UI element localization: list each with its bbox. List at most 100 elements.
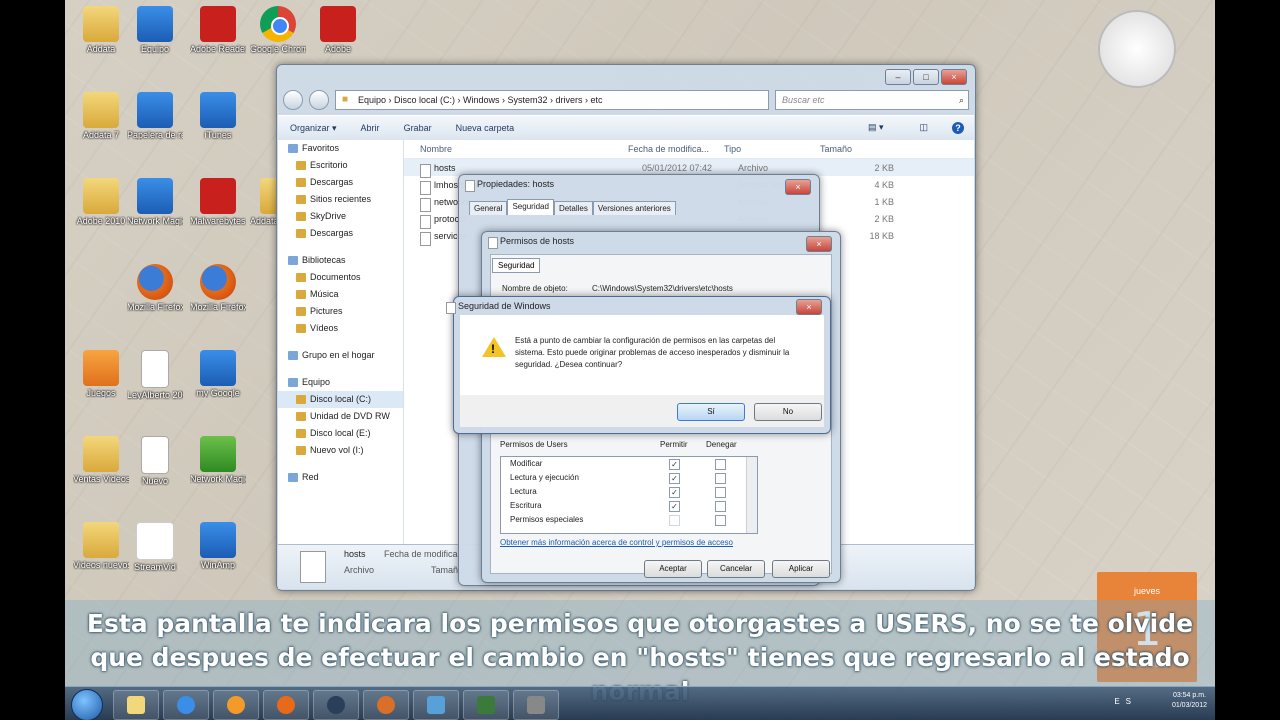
desktop-icon[interactable]: Mozilla Firefox xyxy=(190,264,246,312)
column-size[interactable]: Tamaño xyxy=(820,144,880,154)
desktop-icon[interactable]: my Google xyxy=(190,350,246,398)
allow-checkbox[interactable]: ✓ xyxy=(669,473,680,484)
permissions-title: Permisos de hosts xyxy=(487,236,575,249)
forward-button[interactable] xyxy=(309,90,329,110)
nav-item[interactable]: Disco local (C:) xyxy=(278,391,403,408)
new-folder-button[interactable]: Nueva carpeta xyxy=(444,123,527,133)
deny-checkbox[interactable] xyxy=(715,501,726,512)
taskbar-app-3[interactable] xyxy=(463,690,509,720)
start-button[interactable] xyxy=(71,689,103,720)
back-button[interactable] xyxy=(283,90,303,110)
close-button[interactable]: × xyxy=(806,236,832,252)
nav-item[interactable]: Escritorio xyxy=(278,157,403,174)
desktop-icon[interactable]: WinAmp xyxy=(190,522,246,570)
taskbar-ie[interactable] xyxy=(163,690,209,720)
desktop-icon[interactable]: Adobe 2010 xyxy=(73,178,129,226)
nav-item[interactable]: Disco local (E:) xyxy=(278,425,403,442)
taskbar-app-2[interactable] xyxy=(413,690,459,720)
no-button[interactable]: No xyxy=(754,403,822,421)
taskbar-app[interactable] xyxy=(363,690,409,720)
column-name[interactable]: Nombre xyxy=(404,144,628,154)
nav-item[interactable]: Vídeos xyxy=(278,320,403,337)
organize-button[interactable]: Organizar ▾ xyxy=(278,123,349,134)
nav-item[interactable]: Descargas xyxy=(278,174,403,191)
tray-lang[interactable]: ES xyxy=(1114,697,1137,706)
deny-checkbox[interactable] xyxy=(715,487,726,498)
taskbar-app-4[interactable] xyxy=(513,690,559,720)
desktop-icon[interactable]: LeyAlberto 2009 xyxy=(127,350,183,400)
nav-item[interactable]: Música xyxy=(278,286,403,303)
nav-item[interactable]: Documentos xyxy=(278,269,403,286)
nav-item[interactable]: Favoritos xyxy=(278,140,403,157)
desktop-icon[interactable]: Equipo xyxy=(127,6,183,54)
tray-date: 01/03/2012 xyxy=(1171,702,1207,709)
desktop-icon[interactable]: Videos nuevos xyxy=(73,522,129,570)
nav-item[interactable]: Descargas xyxy=(278,225,403,242)
allow-checkbox[interactable]: ✓ xyxy=(669,459,680,470)
properties-tab[interactable]: Detalles xyxy=(553,201,593,215)
taskbar-media-player[interactable] xyxy=(213,690,259,720)
desktop-icon[interactable]: Ventas Videos xyxy=(73,436,129,484)
desktop-icon[interactable]: Network Magic xyxy=(127,178,183,226)
desktop-icon[interactable]: iTunes xyxy=(190,92,246,140)
allow-checkbox[interactable]: ✓ xyxy=(669,501,680,512)
cancel-button[interactable]: Cancelar xyxy=(707,560,765,578)
ok-button[interactable]: Aceptar xyxy=(644,560,702,578)
nav-item[interactable]: Unidad de DVD RW xyxy=(278,408,403,425)
tab-security[interactable]: Seguridad xyxy=(492,258,541,273)
desktop-icon[interactable]: Addata xyxy=(73,6,129,54)
nav-item[interactable]: Pictures xyxy=(278,303,403,320)
tray-clock[interactable]: 03:54 p.m. 01/03/2012 xyxy=(1172,691,1207,711)
desktop-icon[interactable]: Adobe Reader X xyxy=(190,6,246,54)
allow-checkbox[interactable]: ✓ xyxy=(669,487,680,498)
allow-checkbox[interactable] xyxy=(669,515,680,526)
help-icon[interactable]: ? xyxy=(952,122,964,134)
close-button[interactable]: × xyxy=(796,299,822,315)
desktop-icon[interactable]: Malwarebytes Anti-Malware xyxy=(190,178,246,226)
properties-tab[interactable]: General xyxy=(469,201,508,215)
nav-item[interactable]: Red xyxy=(278,469,403,486)
nav-item[interactable]: Bibliotecas xyxy=(278,252,403,269)
open-button[interactable]: Abrir xyxy=(349,123,392,133)
properties-tab[interactable]: Seguridad xyxy=(507,199,554,215)
desktop-icon[interactable]: Google Chrome xyxy=(250,6,306,54)
column-modified[interactable]: Fecha de modifica... xyxy=(628,144,724,154)
search-input[interactable]: Buscar etc ⌕ xyxy=(775,90,969,110)
nav-item[interactable]: Sitios recientes xyxy=(278,191,403,208)
column-type[interactable]: Tipo xyxy=(724,144,820,154)
deny-checkbox[interactable] xyxy=(715,515,726,526)
nav-item[interactable]: Nuevo vol (I:) xyxy=(278,442,403,459)
deny-checkbox[interactable] xyxy=(715,459,726,470)
yes-button[interactable]: Sí xyxy=(677,403,745,421)
view-icon[interactable]: ▤ ▾ xyxy=(856,122,896,134)
deny-column-label: Denegar xyxy=(706,440,737,449)
taskbar-firefox[interactable] xyxy=(263,690,309,720)
desktop-icon[interactable]: Papelera de reciclaje xyxy=(127,92,183,140)
desktop-icon[interactable]: Adobe xyxy=(310,6,366,54)
deny-checkbox[interactable] xyxy=(715,473,726,484)
desktop-icon[interactable]: Addata 7 xyxy=(73,92,129,140)
apply-button[interactable]: Aplicar xyxy=(772,560,830,578)
access-control-help-link[interactable]: Obtener más información acerca de contro… xyxy=(500,538,733,547)
command-bar: Organizar ▾ Abrir Grabar Nueva carpeta ▤… xyxy=(278,115,974,141)
desktop-icon[interactable]: Nuevo xyxy=(127,436,183,486)
properties-tab[interactable]: Versiones anteriores xyxy=(592,201,676,215)
nav-item[interactable]: Grupo en el hogar xyxy=(278,347,403,364)
desktop-icon[interactable]: StreamVid xyxy=(127,522,183,572)
maximize-button[interactable]: □ xyxy=(913,69,939,85)
record-button[interactable]: Grabar xyxy=(392,123,444,133)
close-button[interactable]: × xyxy=(941,69,967,85)
preview-pane-icon[interactable]: ◫ xyxy=(907,122,940,134)
close-button[interactable]: × xyxy=(785,179,811,195)
desktop-icon[interactable]: Network Magic xyxy=(190,436,246,484)
desktop-icon-label: Adobe 2010 xyxy=(76,216,126,226)
address-bar[interactable]: Equipo › Disco local (C:) › Windows › Sy… xyxy=(335,90,769,110)
taskbar-explorer[interactable] xyxy=(113,690,159,720)
desktop-icon-label: Malwarebytes Anti-Malware xyxy=(190,216,246,226)
nav-item[interactable]: Equipo xyxy=(278,374,403,391)
nav-item[interactable]: SkyDrive xyxy=(278,208,403,225)
minimize-button[interactable]: – xyxy=(885,69,911,85)
desktop-icon[interactable]: Juegos xyxy=(73,350,129,398)
taskbar-steam[interactable] xyxy=(313,690,359,720)
desktop-icon[interactable]: Mozilla Firefox xyxy=(127,264,183,312)
